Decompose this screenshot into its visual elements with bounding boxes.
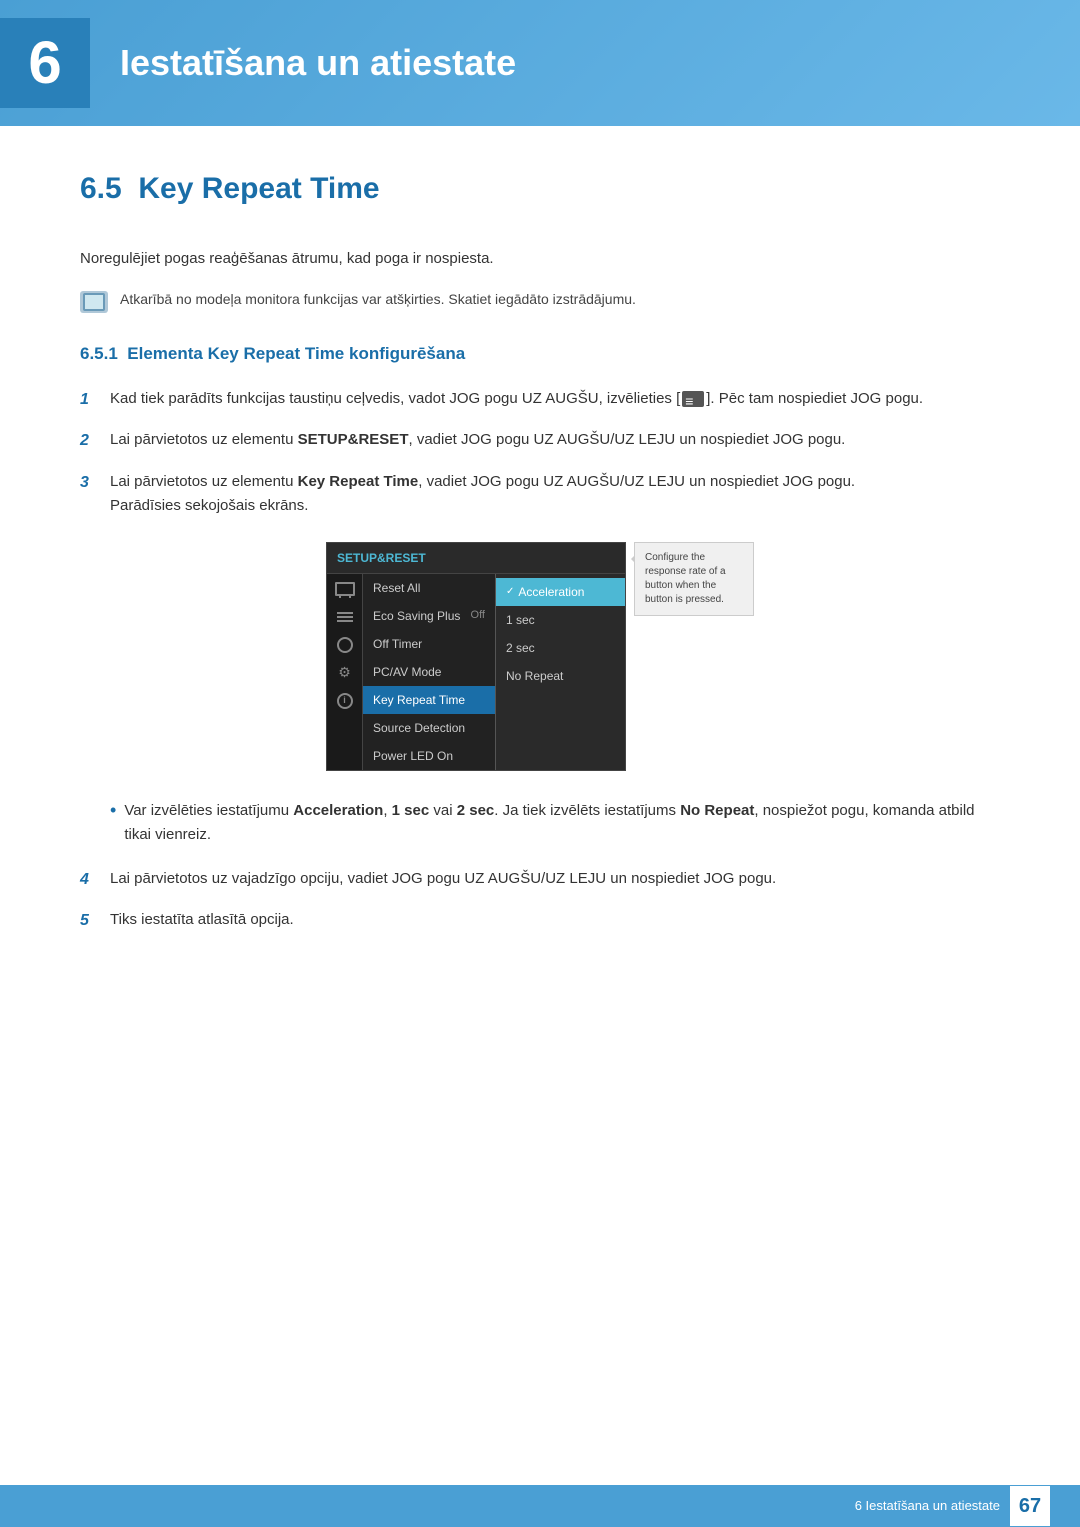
footer-page-number: 67	[1010, 1486, 1050, 1526]
menu-item-label: Key Repeat Time	[373, 691, 465, 709]
clock-icon	[337, 637, 353, 653]
bullet-text: Var izvēlēties iestatījumu Acceleration,…	[124, 799, 1000, 847]
menu-item-label: Off Timer	[373, 635, 422, 653]
menu-item-offtimer: Off Timer	[363, 630, 495, 658]
menu-item-keyrepeat: Key Repeat Time	[363, 686, 495, 714]
menu-item-label: Power LED On	[373, 747, 453, 765]
section-body-text: Noregulējiet pogas reaģēšanas ātrumu, ka…	[80, 247, 1000, 271]
bullet-section: • Var izvēlēties iestatījumu Acceleratio…	[110, 799, 1000, 847]
sidebar-icon-info: i	[334, 692, 356, 710]
subsection-heading: 6.5.1 Elementa Key Repeat Time konfigurē…	[80, 341, 1000, 367]
step-content-4: Lai pārvietotos uz vajadzīgo opciju, vad…	[110, 867, 1000, 891]
menu-item-eco: Eco Saving Plus Off	[363, 602, 495, 630]
menu-header: SETUP&RESET	[327, 543, 625, 574]
chapter-title: Iestatīšana un atiestate	[120, 36, 516, 90]
step-4: 4 Lai pārvietotos uz vajadzīgo opciju, v…	[80, 867, 1000, 893]
menu-item-label: Source Detection	[373, 719, 465, 737]
menu-item-value: Off	[471, 607, 485, 624]
sidebar-icon-lines	[334, 608, 356, 626]
menu-item-label: Eco Saving Plus	[373, 607, 460, 625]
menu-item-label: PC/AV Mode	[373, 663, 441, 681]
bold-2sec: 2 sec	[457, 802, 495, 819]
lines-icon	[337, 612, 353, 622]
menu-left-panel: ⚙ i Reset All Eco Saving Plus Of	[327, 574, 625, 770]
steps-list: 1 Kad tiek parādīts funkcijas taustiņu c…	[80, 387, 1000, 518]
step-num-3: 3	[80, 470, 98, 496]
note-box: Atkarībā no modeļa monitora funkcijas va…	[80, 289, 1000, 313]
step-5: 5 Tiks iestatīta atlasītā opcija.	[80, 908, 1000, 934]
screenshot-wrapper: SETUP&RESET	[326, 542, 754, 771]
submenu-1sec: 1 sec	[496, 606, 625, 634]
step-2: 2 Lai pārvietotos uz elementu SETUP&RESE…	[80, 428, 1000, 454]
screenshot-container: SETUP&RESET	[80, 542, 1000, 771]
step-content-5: Tiks iestatīta atlasītā opcija.	[110, 908, 1000, 932]
submenu-acceleration: Acceleration	[496, 578, 625, 606]
bold-acceleration: Acceleration	[293, 802, 383, 819]
menu-item-pcav: PC/AV Mode	[363, 658, 495, 686]
step-num-2: 2	[80, 428, 98, 454]
chapter-number: 6	[0, 18, 90, 108]
section-heading: 6.5 Key Repeat Time	[80, 166, 1000, 219]
note-icon	[80, 291, 108, 313]
menu-item-label: Reset All	[373, 579, 420, 597]
sidebar-icon-gear: ⚙	[334, 664, 356, 682]
step-3: 3 Lai pārvietotos uz elementu Key Repeat…	[80, 470, 1000, 518]
step-content-2: Lai pārvietotos uz elementu SETUP&RESET,…	[110, 428, 1000, 452]
bold-1sec: 1 sec	[392, 802, 430, 819]
menu-item-powerled: Power LED On	[363, 742, 495, 770]
step-content-3: Lai pārvietotos uz elementu Key Repeat T…	[110, 470, 1000, 518]
menu-icon	[682, 391, 704, 407]
submenu-panel: Acceleration 1 sec 2 sec No Repeat	[495, 574, 625, 770]
steps-continued-list: 4 Lai pārvietotos uz vajadzīgo opciju, v…	[80, 867, 1000, 934]
footer-text: 6 Iestatīšana un atiestate	[855, 1496, 1000, 1516]
bold-key-repeat: Key Repeat Time	[298, 473, 419, 490]
gear-icon: ⚙	[338, 662, 351, 683]
step-num-1: 1	[80, 387, 98, 413]
submenu-2sec: 2 sec	[496, 634, 625, 662]
step-1: 1 Kad tiek parādīts funkcijas taustiņu c…	[80, 387, 1000, 413]
menu-item-reset-all: Reset All	[363, 574, 495, 602]
bullet-dot: •	[110, 799, 116, 822]
menu-item-source: Source Detection	[363, 714, 495, 742]
header-banner: 6 Iestatīšana un atiestate	[0, 0, 1080, 126]
info-icon: i	[337, 693, 353, 709]
step-num-4: 4	[80, 867, 98, 893]
tooltip-callout: Configure the response rate of a button …	[634, 542, 754, 616]
footer: 6 Iestatīšana un atiestate 67	[0, 1485, 1080, 1527]
main-content: 6.5 Key Repeat Time Noregulējiet pogas r…	[0, 126, 1080, 1030]
submenu-norepeat: No Repeat	[496, 662, 625, 690]
sidebar-icon-clock	[334, 636, 356, 654]
note-text: Atkarībā no modeļa monitora funkcijas va…	[120, 289, 636, 310]
monitor-icon	[335, 582, 355, 596]
step-content-1: Kad tiek parādīts funkcijas taustiņu ceļ…	[110, 387, 1000, 411]
menu-items-panel: Reset All Eco Saving Plus Off Off Timer …	[363, 574, 495, 770]
bold-setup-reset: SETUP&RESET	[298, 431, 409, 448]
sidebar-icon-monitor	[334, 580, 356, 598]
bullet-item: • Var izvēlēties iestatījumu Acceleratio…	[110, 799, 1000, 847]
monitor-menu: SETUP&RESET	[326, 542, 626, 771]
icon-sidebar: ⚙ i	[327, 574, 363, 770]
step-num-5: 5	[80, 908, 98, 934]
bold-norepeat: No Repeat	[680, 802, 754, 819]
